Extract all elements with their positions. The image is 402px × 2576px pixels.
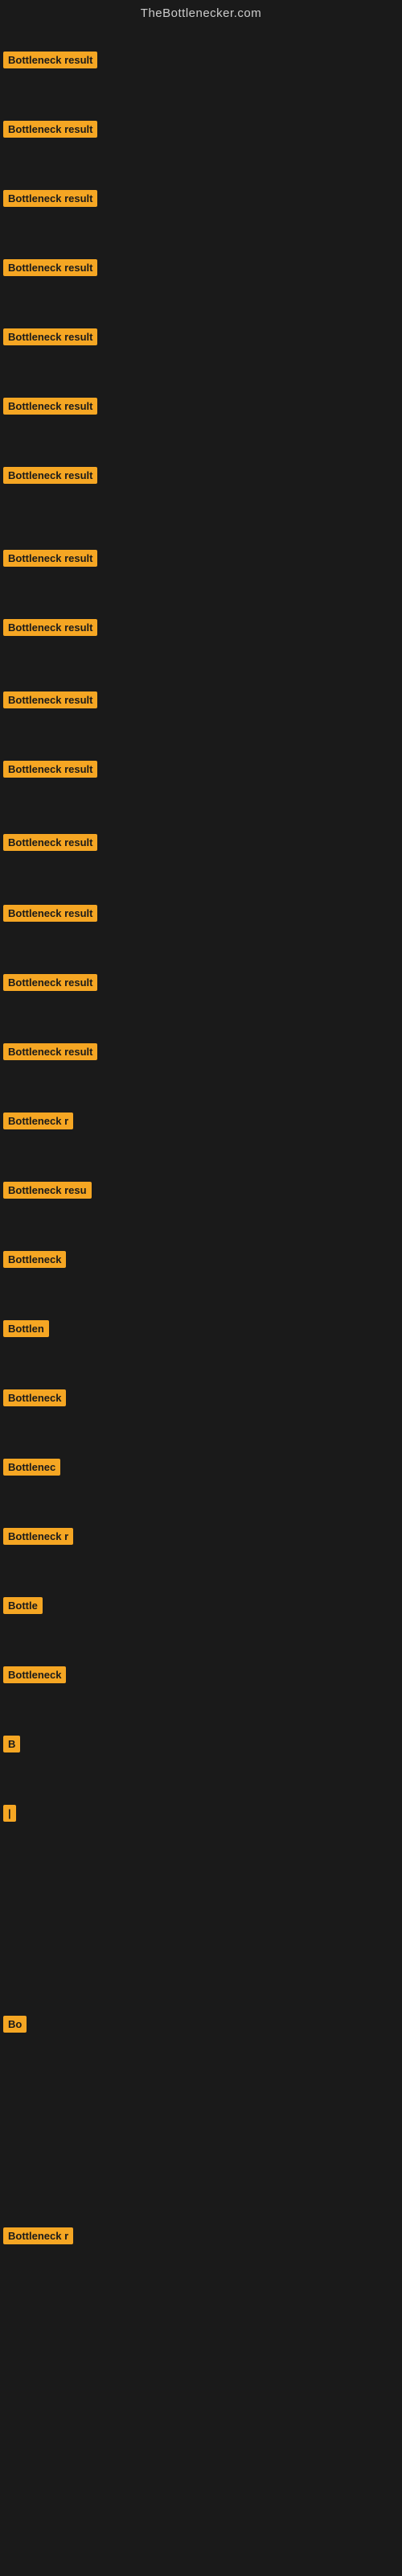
bottleneck-item[interactable]: Bo (3, 2016, 27, 2033)
bottleneck-badge: Bottlen (3, 1320, 49, 1337)
bottleneck-item[interactable]: Bottleneck result (3, 834, 97, 851)
bottleneck-badge: Bottleneck result (3, 905, 97, 922)
bottleneck-item[interactable]: Bottleneck (3, 1666, 66, 1683)
bottleneck-badge: Bottleneck r (3, 1528, 73, 1545)
bottleneck-item[interactable]: Bottleneck result (3, 52, 97, 68)
bottleneck-badge: Bottleneck result (3, 467, 97, 484)
bottleneck-item[interactable]: Bottleneck (3, 1251, 66, 1268)
bottleneck-item[interactable]: B (3, 1736, 20, 1752)
bottleneck-item[interactable]: Bottleneck result (3, 259, 97, 276)
site-title: TheBottlenecker.com (141, 6, 261, 20)
bottleneck-badge: Bottleneck result (3, 259, 97, 276)
bottleneck-badge: Bottleneck result (3, 190, 97, 207)
bottleneck-badge: Bottleneck result (3, 550, 97, 567)
bottleneck-badge: Bottleneck (3, 1389, 66, 1406)
bottleneck-item[interactable]: Bottleneck result (3, 328, 97, 345)
bottleneck-item[interactable]: Bottleneck resu (3, 1182, 92, 1199)
bottleneck-item[interactable]: Bottleneck result (3, 974, 97, 991)
bottleneck-badge: Bottleneck result (3, 761, 97, 778)
bottleneck-badge: Bottleneck r (3, 1113, 73, 1129)
bottleneck-badge: B (3, 1736, 20, 1752)
bottleneck-item[interactable]: Bottleneck r (3, 1113, 73, 1129)
bottleneck-badge: Bottle (3, 1597, 43, 1614)
bottleneck-badge: Bottleneck result (3, 974, 97, 991)
bottleneck-item[interactable]: Bottleneck result (3, 761, 97, 778)
bottleneck-badge: Bottleneck result (3, 328, 97, 345)
bottleneck-item[interactable]: Bottleneck (3, 1389, 66, 1406)
bottleneck-item[interactable]: Bottle (3, 1597, 43, 1614)
bottleneck-badge: Bottleneck result (3, 691, 97, 708)
items-container: Bottleneck result Bottleneck result Bottle… (0, 30, 402, 2566)
bottleneck-item[interactable]: Bottlenec (3, 1459, 60, 1476)
bottleneck-badge: Bottleneck result (3, 52, 97, 68)
bottleneck-badge: Bottleneck result (3, 398, 97, 415)
bottleneck-item[interactable]: Bottleneck result (3, 550, 97, 567)
bottleneck-item[interactable]: Bottleneck result (3, 121, 97, 138)
bottleneck-badge: Bottleneck result (3, 121, 97, 138)
bottleneck-badge: Bottleneck resu (3, 1182, 92, 1199)
bottleneck-item[interactable]: Bottleneck r (3, 1528, 73, 1545)
bottleneck-item[interactable]: Bottleneck result (3, 1043, 97, 1060)
bottleneck-item[interactable]: Bottleneck result (3, 398, 97, 415)
bottleneck-item[interactable]: Bottlen (3, 1320, 49, 1337)
bottleneck-badge: Bottleneck (3, 1666, 66, 1683)
bottleneck-badge: Bottleneck result (3, 834, 97, 851)
bottleneck-item[interactable]: Bottleneck result (3, 619, 97, 636)
bottleneck-badge: Bo (3, 2016, 27, 2033)
bottleneck-badge: Bottlenec (3, 1459, 60, 1476)
bottleneck-item[interactable]: Bottleneck result (3, 691, 97, 708)
bottleneck-badge: Bottleneck result (3, 619, 97, 636)
bottleneck-item[interactable]: Bottleneck result (3, 467, 97, 484)
bottleneck-item[interactable]: Bottleneck result (3, 190, 97, 207)
bottleneck-badge: Bottleneck result (3, 1043, 97, 1060)
site-header: TheBottlenecker.com (0, 0, 402, 30)
bottleneck-badge: Bottleneck r (3, 2227, 73, 2244)
bottleneck-item[interactable]: Bottleneck result (3, 905, 97, 922)
bottleneck-badge: | (3, 1805, 16, 1822)
bottleneck-item[interactable]: Bottleneck r (3, 2227, 73, 2244)
bottleneck-item[interactable]: | (3, 1805, 16, 1822)
bottleneck-badge: Bottleneck (3, 1251, 66, 1268)
